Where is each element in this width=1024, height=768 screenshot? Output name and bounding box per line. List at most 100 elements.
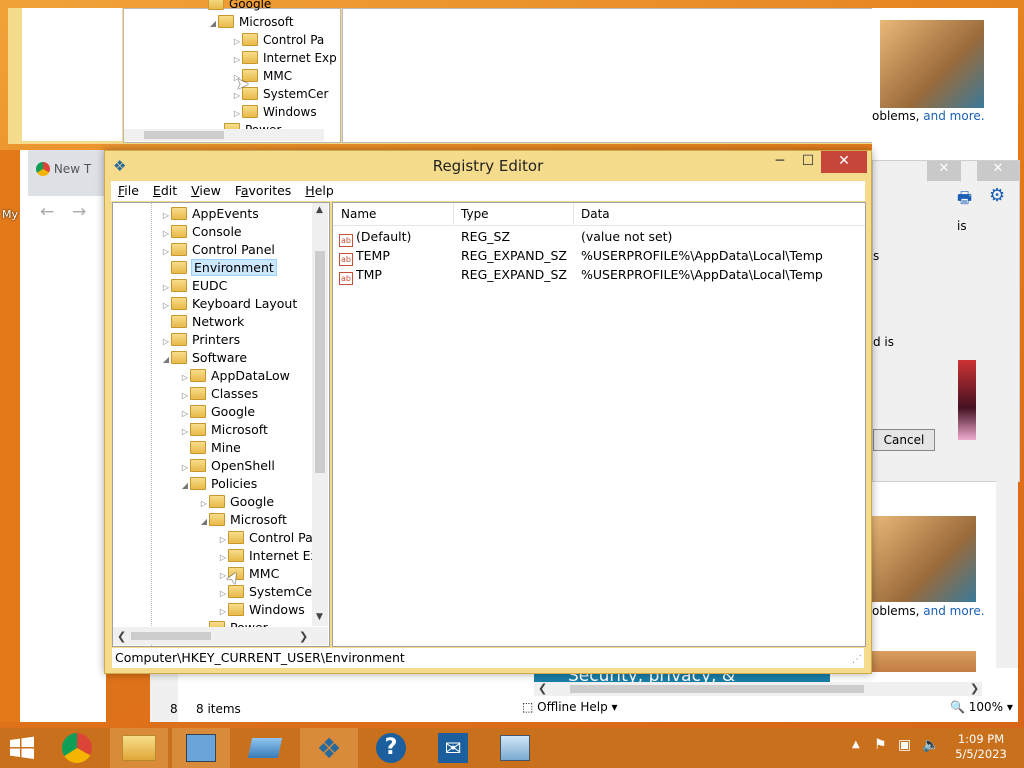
bg-tree-pane[interactable]: Google ◢ Microsoft ▷ Control Pa ▷ Internet … (123, 0, 341, 143)
scroll-left-icon[interactable]: ❮ (538, 682, 547, 695)
bg-tree-item[interactable]: ▷ Windows (232, 105, 317, 119)
tree-item[interactable]: ▷ Google (199, 493, 274, 511)
scroll-thumb[interactable] (144, 131, 224, 139)
bg-tree-item[interactable]: ▷ Internet Exp (232, 51, 337, 65)
tree-item[interactable]: ▷ Windows (218, 601, 305, 619)
registry-key-tree[interactable]: ▷ AppEvents ▷ Console ▷ Control Panel Environm… (112, 202, 330, 647)
column-divider[interactable] (453, 203, 454, 225)
menu-file[interactable]: File (111, 181, 146, 198)
scroll-right-icon[interactable]: ❯ (970, 682, 979, 695)
scroll-thumb[interactable] (570, 685, 864, 693)
value-type[interactable]: REG_EXPAND_SZ (461, 247, 567, 265)
registry-values-list[interactable]: Name Type Data ab (Default) REG_SZ (value n… (332, 202, 866, 647)
bg-tree-hscrollbar[interactable] (124, 129, 324, 141)
registry-editor-window[interactable]: ❖ Registry Editor ─ ☐ ✕ File Edit View Favo… (104, 150, 872, 674)
taskbar-help[interactable]: ? (362, 728, 420, 768)
tree-item[interactable]: ▷ AppDataLow (180, 367, 290, 385)
scroll-down-icon[interactable]: ▼ (316, 612, 323, 622)
taskbar-control-panel[interactable] (172, 728, 230, 768)
help-hscrollbar[interactable]: ❮ ❯ (534, 682, 982, 696)
close-button[interactable]: ✕ (821, 151, 867, 173)
tree-item[interactable]: ▷ EUDC (161, 277, 227, 295)
network-tray-icon[interactable]: ▣ (898, 737, 911, 753)
menu-view[interactable]: View (184, 181, 228, 198)
scroll-thumb[interactable] (315, 251, 325, 473)
settings-gear-icon[interactable]: ⚙ (989, 185, 1005, 206)
tree-vscrollbar[interactable]: ▲ ▼ (312, 203, 328, 626)
scroll-right-icon[interactable]: ❯ (299, 630, 308, 643)
tree-item[interactable]: Environment (161, 259, 277, 277)
expand-arrow-icon[interactable]: ▷ (232, 109, 242, 118)
scroll-left-icon[interactable]: ❮ (117, 630, 126, 643)
tree-item[interactable]: ▷ AppEvents (161, 205, 259, 223)
tree-item[interactable]: ▷ OpenShell (180, 457, 275, 475)
taskbar-mail[interactable]: ✉ (424, 728, 482, 768)
expand-arrow-icon[interactable]: ◢ (161, 351, 171, 369)
explorer-window[interactable]: 8 8 items (150, 672, 516, 722)
scroll-up-icon[interactable]: ▲ (316, 205, 323, 215)
tree-item[interactable]: Network (161, 313, 244, 331)
menu-favorites[interactable]: Favorites (228, 181, 298, 198)
back-icon[interactable]: ← (40, 202, 54, 222)
help-vscrollbar[interactable] (996, 368, 1018, 668)
value-data[interactable]: (value not set) (581, 228, 672, 246)
tree-item[interactable]: ◢ Software (161, 349, 247, 367)
value-type[interactable]: REG_EXPAND_SZ (461, 266, 567, 284)
tree-item[interactable]: ▷ Classes (180, 385, 258, 403)
dialog-close-button[interactable]: ✕ (927, 161, 961, 181)
start-button[interactable] (8, 736, 36, 760)
expand-arrow-icon[interactable]: ◢ (180, 477, 190, 495)
value-name[interactable]: ab (Default) (339, 228, 411, 247)
forward-icon[interactable]: → (72, 202, 86, 222)
scroll-thumb[interactable] (131, 632, 211, 640)
taskbar-file-explorer[interactable] (110, 728, 168, 768)
taskbar-registry-editor[interactable]: ❖ (300, 728, 358, 768)
tree-item[interactable]: ▷ Console (161, 223, 242, 241)
column-header-name[interactable]: Name (341, 207, 376, 221)
tree-item[interactable]: ▷ Internet Exp (218, 547, 326, 565)
tree-item[interactable]: ▷ Printers (161, 331, 240, 349)
help-link-more[interactable]: and more. (923, 109, 984, 123)
value-name[interactable]: ab TMP (339, 266, 382, 285)
tree-item[interactable]: Mine (180, 439, 241, 457)
tree-item[interactable]: ▷ Control Panel (161, 241, 275, 259)
chrome-window[interactable]: New T ← → My (0, 150, 106, 722)
taskbar-network[interactable] (486, 728, 544, 768)
expand-arrow-icon[interactable]: ▷ (232, 37, 242, 46)
bg-tree-item[interactable]: ◢ Microsoft (208, 15, 294, 29)
print-icon[interactable]: 🖶 (957, 187, 972, 214)
show-hidden-icons-icon[interactable]: ▲ (852, 739, 860, 750)
taskbar-chrome[interactable] (48, 728, 106, 768)
minimize-button[interactable]: ─ (767, 151, 793, 173)
tree-item[interactable]: ◢ Policies (180, 475, 257, 493)
background-regedit-window[interactable]: Google ◢ Microsoft ▷ Control Pa ▷ Internet … (8, 0, 878, 144)
action-center-flag-icon[interactable]: ⚑ (874, 737, 887, 753)
maximize-button[interactable]: ☐ (795, 151, 821, 173)
expand-arrow-icon[interactable]: ▷ (232, 55, 242, 64)
column-divider[interactable] (573, 203, 574, 225)
offline-help-menu[interactable]: ⬚ Offline Help ▾ (522, 700, 618, 714)
help-link-more[interactable]: and more. (923, 604, 984, 618)
value-data[interactable]: %USERPROFILE%\AppData\Local\Temp (581, 266, 823, 284)
tree-item[interactable]: ▷ Keyboard Layout (161, 295, 297, 313)
menu-help[interactable]: Help (298, 181, 341, 198)
chrome-tab[interactable]: New T (36, 162, 91, 176)
menu-edit[interactable]: Edit (146, 181, 184, 198)
taskbar-remote-desktop[interactable] (236, 728, 294, 768)
column-header-data[interactable]: Data (581, 207, 610, 221)
bg-tree-item[interactable]: ▷ Control Pa (232, 33, 324, 47)
window-close-button[interactable]: ✕ (977, 161, 1019, 181)
column-header-type[interactable]: Type (461, 207, 489, 221)
tree-item[interactable]: ▷ Microsoft (180, 421, 268, 439)
value-type[interactable]: REG_SZ (461, 228, 510, 246)
bg-values-pane[interactable] (342, 8, 874, 143)
volume-muted-icon[interactable]: 🔈 (922, 737, 939, 753)
tree-item[interactable]: ▷ Google (180, 403, 255, 421)
value-name[interactable]: ab TEMP (339, 247, 390, 266)
cancel-button[interactable]: Cancel (873, 429, 935, 451)
expand-arrow-icon[interactable]: ◢ (208, 19, 218, 28)
clock[interactable]: 1:09 PM 5/5/2023 (950, 732, 1012, 762)
help-window[interactable]: oblems, and more. ✕ ✕ 🖶 ⚙ is s d is Canc… (872, 8, 1020, 720)
tree-hscrollbar[interactable]: ❮ ❯ (113, 627, 312, 645)
tree-item[interactable]: ◢ Microsoft (199, 511, 287, 529)
